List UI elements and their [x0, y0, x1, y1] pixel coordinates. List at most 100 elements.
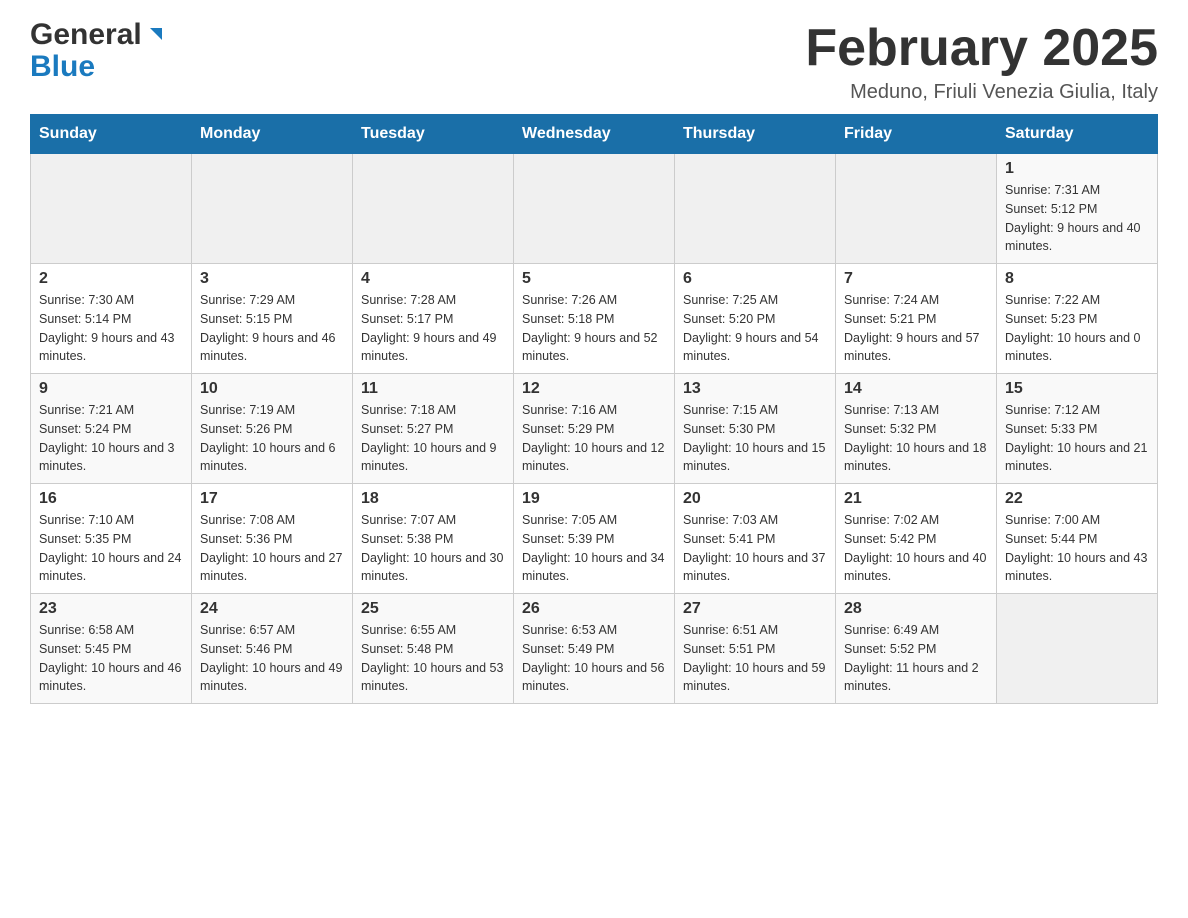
calendar-week-row: 16 Sunrise: 7:10 AMSunset: 5:35 PMDayligh… [31, 484, 1158, 594]
day-number: 13 [683, 380, 827, 398]
weekday-header-sunday: Sunday [31, 115, 192, 154]
day-number: 8 [1005, 270, 1149, 288]
month-title: February 2025 [805, 20, 1158, 77]
day-info: Sunrise: 7:02 AMSunset: 5:42 PMDaylight:… [844, 511, 988, 586]
calendar-cell: 17 Sunrise: 7:08 AMSunset: 5:36 PMDayligh… [192, 484, 353, 594]
day-info: Sunrise: 7:30 AMSunset: 5:14 PMDaylight:… [39, 291, 183, 366]
day-number: 9 [39, 380, 183, 398]
day-number: 24 [200, 600, 344, 618]
title-section: February 2025 Meduno, Friuli Venezia Giu… [805, 20, 1158, 104]
calendar-week-row: 1 Sunrise: 7:31 AMSunset: 5:12 PMDaylight… [31, 154, 1158, 264]
day-number: 26 [522, 600, 666, 618]
calendar-week-row: 23 Sunrise: 6:58 AMSunset: 5:45 PMDayligh… [31, 594, 1158, 704]
day-number: 17 [200, 490, 344, 508]
calendar-cell [675, 154, 836, 264]
calendar-cell [997, 594, 1158, 704]
day-info: Sunrise: 7:25 AMSunset: 5:20 PMDaylight:… [683, 291, 827, 366]
day-info: Sunrise: 7:12 AMSunset: 5:33 PMDaylight:… [1005, 401, 1149, 476]
day-number: 6 [683, 270, 827, 288]
day-info: Sunrise: 7:03 AMSunset: 5:41 PMDaylight:… [683, 511, 827, 586]
day-info: Sunrise: 6:53 AMSunset: 5:49 PMDaylight:… [522, 621, 666, 696]
day-info: Sunrise: 7:19 AMSunset: 5:26 PMDaylight:… [200, 401, 344, 476]
logo-blue-label: Blue [30, 52, 95, 82]
day-number: 2 [39, 270, 183, 288]
day-info: Sunrise: 7:15 AMSunset: 5:30 PMDaylight:… [683, 401, 827, 476]
calendar-cell [514, 154, 675, 264]
calendar-cell [353, 154, 514, 264]
day-info: Sunrise: 6:55 AMSunset: 5:48 PMDaylight:… [361, 621, 505, 696]
weekday-header-tuesday: Tuesday [353, 115, 514, 154]
calendar-cell: 24 Sunrise: 6:57 AMSunset: 5:46 PMDayligh… [192, 594, 353, 704]
day-number: 11 [361, 380, 505, 398]
day-number: 25 [361, 600, 505, 618]
calendar-cell: 11 Sunrise: 7:18 AMSunset: 5:27 PMDayligh… [353, 374, 514, 484]
calendar-cell: 2 Sunrise: 7:30 AMSunset: 5:14 PMDaylight… [31, 264, 192, 374]
calendar-cell: 10 Sunrise: 7:19 AMSunset: 5:26 PMDayligh… [192, 374, 353, 484]
calendar-header-row: SundayMondayTuesdayWednesdayThursdayFrid… [31, 115, 1158, 154]
day-number: 14 [844, 380, 988, 398]
weekday-header-monday: Monday [192, 115, 353, 154]
location-text: Meduno, Friuli Venezia Giulia, Italy [805, 81, 1158, 104]
calendar-cell: 18 Sunrise: 7:07 AMSunset: 5:38 PMDayligh… [353, 484, 514, 594]
day-info: Sunrise: 6:51 AMSunset: 5:51 PMDaylight:… [683, 621, 827, 696]
day-number: 23 [39, 600, 183, 618]
calendar-cell: 19 Sunrise: 7:05 AMSunset: 5:39 PMDayligh… [514, 484, 675, 594]
calendar-cell: 25 Sunrise: 6:55 AMSunset: 5:48 PMDayligh… [353, 594, 514, 704]
day-number: 28 [844, 600, 988, 618]
day-number: 18 [361, 490, 505, 508]
day-info: Sunrise: 7:29 AMSunset: 5:15 PMDaylight:… [200, 291, 344, 366]
day-info: Sunrise: 7:07 AMSunset: 5:38 PMDaylight:… [361, 511, 505, 586]
calendar-table: SundayMondayTuesdayWednesdayThursdayFrid… [30, 114, 1158, 704]
day-number: 4 [361, 270, 505, 288]
day-number: 27 [683, 600, 827, 618]
day-info: Sunrise: 7:08 AMSunset: 5:36 PMDaylight:… [200, 511, 344, 586]
calendar-cell: 5Sunrise: 7:26 AMSunset: 5:18 PMDaylight… [514, 264, 675, 374]
weekday-header-wednesday: Wednesday [514, 115, 675, 154]
calendar-cell: 16 Sunrise: 7:10 AMSunset: 5:35 PMDayligh… [31, 484, 192, 594]
day-number: 1 [1005, 160, 1149, 178]
day-number: 21 [844, 490, 988, 508]
calendar-cell: 28 Sunrise: 6:49 AMSunset: 5:52 PMDayligh… [836, 594, 997, 704]
calendar-cell: 7Sunrise: 7:24 AMSunset: 5:21 PMDaylight… [836, 264, 997, 374]
day-info: Sunrise: 7:31 AMSunset: 5:12 PMDaylight:… [1005, 181, 1149, 256]
calendar-cell: 20 Sunrise: 7:03 AMSunset: 5:41 PMDayligh… [675, 484, 836, 594]
day-info: Sunrise: 7:22 AMSunset: 5:23 PMDaylight:… [1005, 291, 1149, 366]
day-info: Sunrise: 6:57 AMSunset: 5:46 PMDaylight:… [200, 621, 344, 696]
logo-general-text: General [30, 20, 142, 50]
day-info: Sunrise: 7:16 AMSunset: 5:29 PMDaylight:… [522, 401, 666, 476]
day-info: Sunrise: 7:10 AMSunset: 5:35 PMDaylight:… [39, 511, 183, 586]
day-number: 5 [522, 270, 666, 288]
logo-arrow-icon [144, 24, 166, 46]
day-info: Sunrise: 7:21 AMSunset: 5:24 PMDaylight:… [39, 401, 183, 476]
day-info: Sunrise: 7:24 AMSunset: 5:21 PMDaylight:… [844, 291, 988, 366]
day-number: 16 [39, 490, 183, 508]
calendar-cell: 27 Sunrise: 6:51 AMSunset: 5:51 PMDayligh… [675, 594, 836, 704]
calendar-cell: 13 Sunrise: 7:15 AMSunset: 5:30 PMDayligh… [675, 374, 836, 484]
day-info: Sunrise: 6:58 AMSunset: 5:45 PMDaylight:… [39, 621, 183, 696]
day-info: Sunrise: 7:05 AMSunset: 5:39 PMDaylight:… [522, 511, 666, 586]
calendar-cell: 12Sunrise: 7:16 AMSunset: 5:29 PMDayligh… [514, 374, 675, 484]
day-info: Sunrise: 7:28 AMSunset: 5:17 PMDaylight:… [361, 291, 505, 366]
calendar-cell: 14 Sunrise: 7:13 AMSunset: 5:32 PMDayligh… [836, 374, 997, 484]
calendar-cell: 9 Sunrise: 7:21 AMSunset: 5:24 PMDaylight… [31, 374, 192, 484]
calendar-cell: 6 Sunrise: 7:25 AMSunset: 5:20 PMDaylight… [675, 264, 836, 374]
calendar-week-row: 2 Sunrise: 7:30 AMSunset: 5:14 PMDaylight… [31, 264, 1158, 374]
day-info: Sunrise: 6:49 AMSunset: 5:52 PMDaylight:… [844, 621, 988, 696]
day-number: 19 [522, 490, 666, 508]
calendar-cell: 8 Sunrise: 7:22 AMSunset: 5:23 PMDaylight… [997, 264, 1158, 374]
day-info: Sunrise: 7:00 AMSunset: 5:44 PMDaylight:… [1005, 511, 1149, 586]
calendar-cell [192, 154, 353, 264]
weekday-header-thursday: Thursday [675, 115, 836, 154]
day-number: 20 [683, 490, 827, 508]
calendar-cell: 23 Sunrise: 6:58 AMSunset: 5:45 PMDayligh… [31, 594, 192, 704]
day-info: Sunrise: 7:18 AMSunset: 5:27 PMDaylight:… [361, 401, 505, 476]
day-number: 3 [200, 270, 344, 288]
weekday-header-saturday: Saturday [997, 115, 1158, 154]
calendar-cell: 21 Sunrise: 7:02 AMSunset: 5:42 PMDayligh… [836, 484, 997, 594]
calendar-cell: 3 Sunrise: 7:29 AMSunset: 5:15 PMDaylight… [192, 264, 353, 374]
calendar-cell: 22Sunrise: 7:00 AMSunset: 5:44 PMDayligh… [997, 484, 1158, 594]
calendar-week-row: 9 Sunrise: 7:21 AMSunset: 5:24 PMDaylight… [31, 374, 1158, 484]
page-header: General Blue February 2025 Meduno, Friul… [30, 20, 1158, 104]
day-number: 10 [200, 380, 344, 398]
day-info: Sunrise: 7:13 AMSunset: 5:32 PMDaylight:… [844, 401, 988, 476]
